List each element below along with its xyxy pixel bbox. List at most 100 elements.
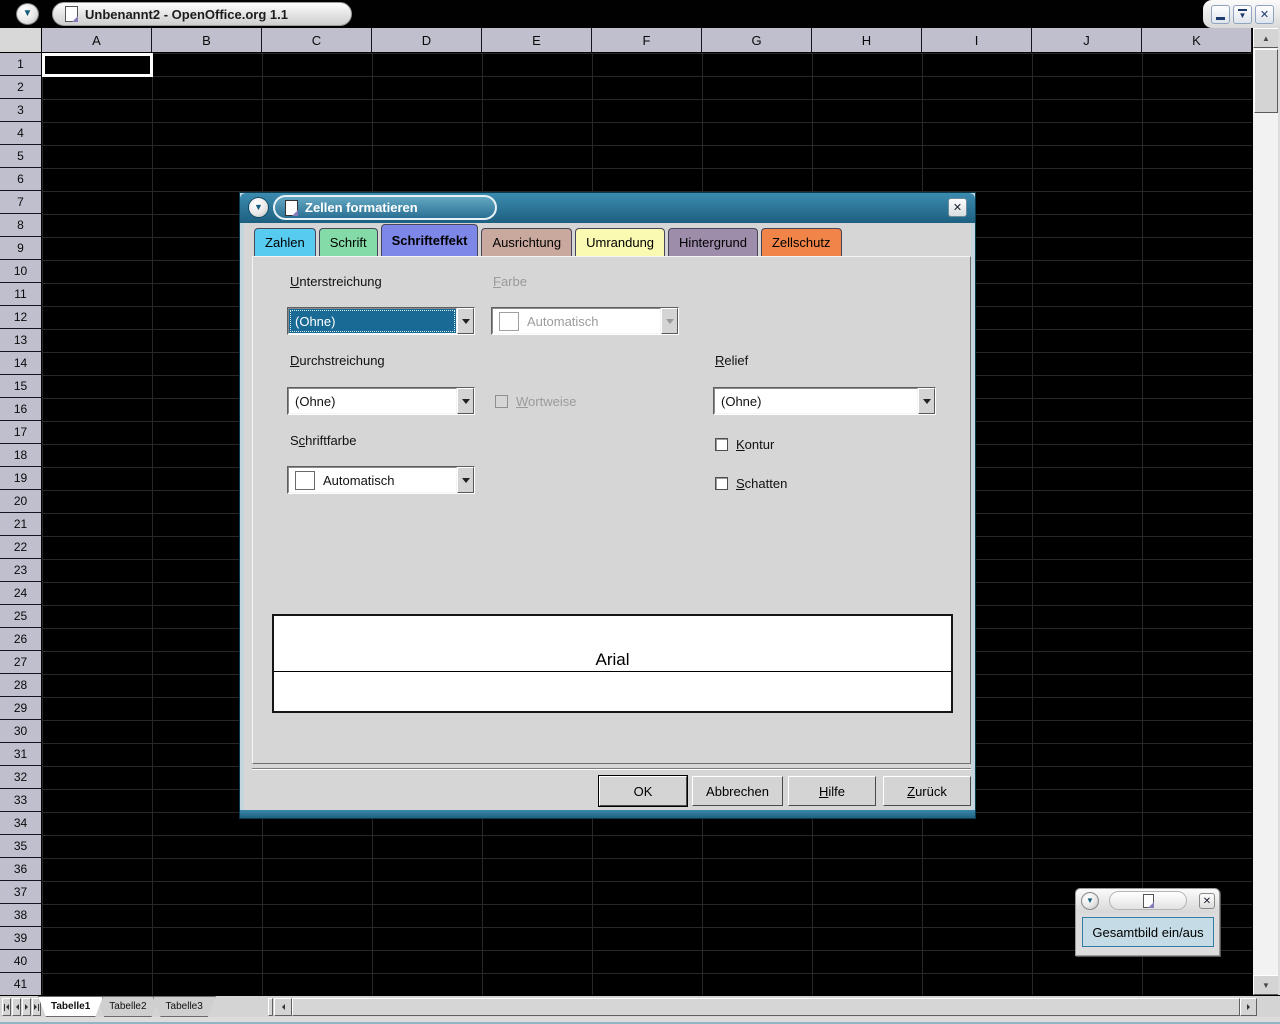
row-header-39[interactable]: 39: [0, 927, 42, 950]
toolbar-menu-button[interactable]: ▼: [1081, 892, 1099, 910]
dialog-tab-schrifteffekt[interactable]: Schrifteffekt: [381, 224, 479, 256]
dialog-tab-ausrichtung[interactable]: Ausrichtung: [481, 228, 572, 256]
minimize-button[interactable]: [1211, 5, 1230, 24]
column-header-i[interactable]: I: [922, 28, 1032, 53]
row-header-32[interactable]: 32: [0, 766, 42, 789]
row-header-13[interactable]: 13: [0, 329, 42, 352]
column-header-j[interactable]: J: [1032, 28, 1142, 53]
window-menu-button[interactable]: ▼: [16, 3, 39, 25]
row-header-24[interactable]: 24: [0, 582, 42, 605]
column-header-e[interactable]: E: [482, 28, 592, 53]
toolbar-close-button[interactable]: ✕: [1199, 893, 1215, 909]
outline-checkbox[interactable]: Kontur: [715, 437, 774, 452]
row-header-14[interactable]: 14: [0, 352, 42, 375]
help-button[interactable]: Hilfe: [788, 776, 876, 806]
row-header-34[interactable]: 34: [0, 812, 42, 835]
ok-button[interactable]: OK: [599, 776, 687, 806]
toolbar-titlebar[interactable]: ▼ ✕: [1076, 889, 1219, 913]
dialog-tab-zahlen[interactable]: Zahlen: [254, 228, 316, 256]
row-header-31[interactable]: 31: [0, 743, 42, 766]
selected-cell[interactable]: [42, 53, 153, 77]
column-header-k[interactable]: K: [1142, 28, 1252, 53]
row-header-9[interactable]: 9: [0, 237, 42, 260]
row-header-30[interactable]: 30: [0, 720, 42, 743]
row-header-40[interactable]: 40: [0, 950, 42, 973]
row-header-2[interactable]: 2: [0, 76, 42, 99]
column-header-a[interactable]: A: [42, 28, 152, 53]
sheet-first-button[interactable]: [2, 998, 11, 1016]
scroll-right-button[interactable]: [1240, 998, 1257, 1016]
sheet-tab-tabelle3[interactable]: Tabelle3: [153, 996, 216, 1017]
column-header-d[interactable]: D: [372, 28, 482, 53]
dialog-tab-hintergrund[interactable]: Hintergrund: [668, 228, 758, 256]
close-button[interactable]: ✕: [1255, 5, 1274, 24]
sheet-tab-tabelle1[interactable]: Tabelle1: [38, 996, 103, 1017]
row-header-29[interactable]: 29: [0, 697, 42, 720]
column-header-c[interactable]: C: [262, 28, 372, 53]
relief-dropdown[interactable]: (Ohne): [713, 387, 936, 415]
row-header-35[interactable]: 35: [0, 835, 42, 858]
dialog-menu-button[interactable]: ▼: [248, 197, 269, 218]
row-header-28[interactable]: 28: [0, 674, 42, 697]
column-header-b[interactable]: B: [152, 28, 262, 53]
strikethrough-dropdown-button[interactable]: [457, 388, 474, 414]
row-header-23[interactable]: 23: [0, 559, 42, 582]
row-header-21[interactable]: 21: [0, 513, 42, 536]
main-window-title-capsule[interactable]: Unbenannt2 - OpenOffice.org 1.1: [52, 2, 352, 26]
row-header-4[interactable]: 4: [0, 122, 42, 145]
scroll-down-button[interactable]: ▼: [1253, 975, 1279, 995]
dialog-close-button[interactable]: ✕: [948, 198, 967, 217]
row-header-8[interactable]: 8: [0, 214, 42, 237]
select-all-corner[interactable]: [0, 28, 42, 53]
column-header-f[interactable]: F: [592, 28, 702, 53]
strikethrough-dropdown[interactable]: (Ohne): [287, 387, 475, 415]
underline-dropdown-button[interactable]: [457, 308, 474, 334]
fullscreen-toggle-button[interactable]: Gesamtbild ein/aus: [1082, 917, 1214, 947]
row-header-7[interactable]: 7: [0, 191, 42, 214]
column-header-h[interactable]: H: [812, 28, 922, 53]
relief-dropdown-button[interactable]: [918, 388, 935, 414]
fontcolor-dropdown[interactable]: Automatisch: [287, 466, 475, 494]
shade-button[interactable]: ▼: [1233, 5, 1252, 24]
underline-dropdown[interactable]: (Ohne): [287, 307, 475, 335]
sheet-tab-tabelle2[interactable]: Tabelle2: [96, 996, 159, 1017]
row-header-25[interactable]: 25: [0, 605, 42, 628]
horizontal-scrollbar[interactable]: [274, 998, 1257, 1016]
row-header-16[interactable]: 16: [0, 398, 42, 421]
dialog-tab-zellschutz[interactable]: Zellschutz: [761, 228, 842, 256]
row-header-3[interactable]: 3: [0, 99, 42, 122]
row-header-27[interactable]: 27: [0, 651, 42, 674]
horizontal-scroll-thumb[interactable]: [292, 998, 1240, 1016]
vertical-scrollbar[interactable]: ▲ ▼: [1252, 28, 1278, 995]
column-header-g[interactable]: G: [702, 28, 812, 53]
row-header-11[interactable]: 11: [0, 283, 42, 306]
row-header-37[interactable]: 37: [0, 881, 42, 904]
row-header-5[interactable]: 5: [0, 145, 42, 168]
row-header-6[interactable]: 6: [0, 168, 42, 191]
dialog-titlebar[interactable]: ▼ Zellen formatieren ✕: [240, 193, 975, 223]
scroll-up-button[interactable]: ▲: [1253, 28, 1279, 48]
vertical-scroll-thumb[interactable]: [1254, 49, 1278, 113]
scroll-left-button[interactable]: [274, 998, 292, 1016]
dialog-tab-umrandung[interactable]: Umrandung: [575, 228, 665, 256]
back-button[interactable]: Zurück: [883, 776, 971, 806]
row-header-33[interactable]: 33: [0, 789, 42, 812]
row-header-12[interactable]: 12: [0, 306, 42, 329]
row-header-15[interactable]: 15: [0, 375, 42, 398]
row-header-17[interactable]: 17: [0, 421, 42, 444]
row-header-41[interactable]: 41: [0, 973, 42, 995]
sheet-next-button[interactable]: [22, 998, 31, 1016]
fontcolor-dropdown-button[interactable]: [457, 467, 474, 493]
tabbar-splitter[interactable]: [268, 998, 273, 1016]
row-header-19[interactable]: 19: [0, 467, 42, 490]
row-header-38[interactable]: 38: [0, 904, 42, 927]
row-header-10[interactable]: 10: [0, 260, 42, 283]
row-header-20[interactable]: 20: [0, 490, 42, 513]
row-header-1[interactable]: 1: [0, 53, 42, 76]
row-header-22[interactable]: 22: [0, 536, 42, 559]
row-header-26[interactable]: 26: [0, 628, 42, 651]
row-header-18[interactable]: 18: [0, 444, 42, 467]
dialog-tab-schrift[interactable]: Schrift: [319, 228, 378, 256]
row-header-36[interactable]: 36: [0, 858, 42, 881]
shadow-checkbox[interactable]: Schatten: [715, 476, 787, 491]
